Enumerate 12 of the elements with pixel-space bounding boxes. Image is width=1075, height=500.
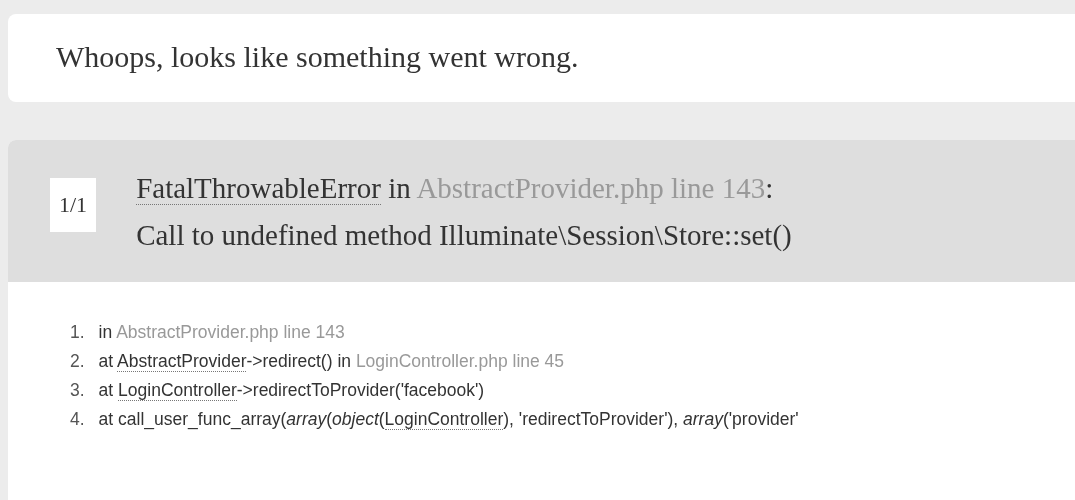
trace-line: at AbstractProvider->redirect() in LoginController.php line 45 bbox=[98, 351, 565, 372]
trace-number: 1. bbox=[70, 322, 85, 343]
exception-title: FatalThrowableError in AbstractProvider.php line 143: bbox=[136, 172, 775, 205]
trace-number: 3. bbox=[70, 380, 85, 401]
trace-number: 4. bbox=[70, 409, 85, 430]
trace-line: in AbstractProvider.php line 143 bbox=[98, 322, 345, 343]
trace-line: at call_user_func_array(array(object(LoginController), 'redirectToProvider'), array('provider' bbox=[98, 409, 799, 430]
trace-line: at LoginController->redirectToProvider('facebook') bbox=[98, 380, 485, 401]
error-message: Whoops, looks like something went wrong. bbox=[56, 40, 580, 74]
exception-count: 1/1 bbox=[50, 178, 97, 232]
exception-detail: Call to undefined method Illuminate\Session\Store::set() bbox=[136, 219, 792, 252]
trace-number: 2. bbox=[70, 351, 85, 372]
